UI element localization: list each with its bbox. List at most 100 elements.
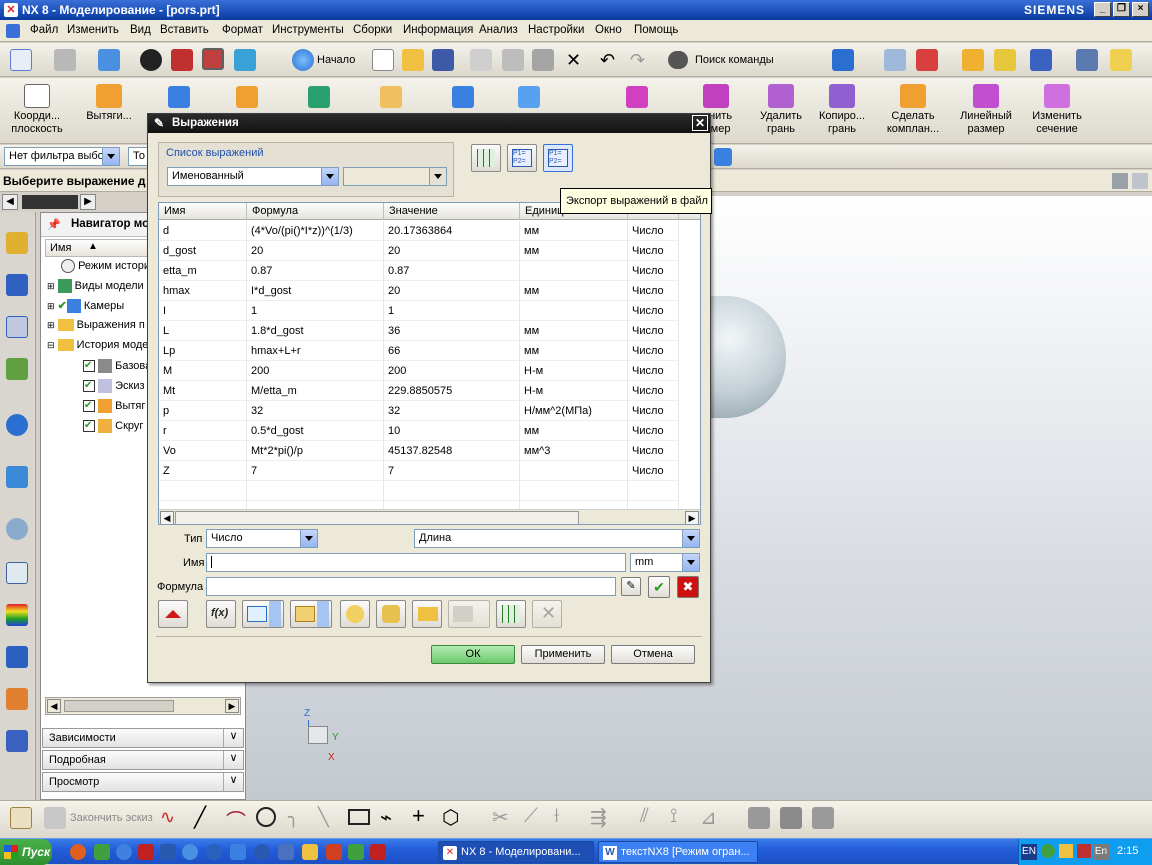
table-cell[interactable]: Число <box>628 361 679 381</box>
shell-icon[interactable] <box>452 86 474 108</box>
table-cell[interactable]: L <box>159 321 247 341</box>
cut-icon[interactable] <box>470 49 492 71</box>
import-expressions-button[interactable]: P1= P2= <box>507 144 537 172</box>
delete-face-button[interactable]: Удалить грань <box>752 84 810 136</box>
profile-icon[interactable]: ∿ <box>160 807 175 828</box>
unite-icon[interactable] <box>380 86 402 108</box>
menu-edit[interactable]: Изменить <box>67 24 119 36</box>
start-icon[interactable] <box>292 49 314 71</box>
menu-format[interactable]: Формат <box>222 24 263 36</box>
navigator-name-column[interactable]: Имя <box>50 242 71 254</box>
sketch-icon[interactable] <box>10 807 32 829</box>
delete-interpart-button[interactable] <box>448 600 490 628</box>
insert-function-button[interactable]: f(x) <box>206 600 236 628</box>
quicklaunch-app2-icon[interactable] <box>116 844 132 860</box>
table-cell[interactable]: Число <box>628 341 679 361</box>
table-cell[interactable]: Mt*2*pi()/p <box>247 441 384 461</box>
circle-icon[interactable] <box>256 807 276 827</box>
wcs-icon[interactable] <box>916 49 938 71</box>
menu-window[interactable]: Окно <box>595 24 622 36</box>
roles-icon[interactable] <box>6 688 28 710</box>
column-header[interactable]: Имя <box>159 203 247 220</box>
nav-item-sketch[interactable]: ✔ Эскиз <box>83 379 145 399</box>
constraint-icon[interactable]: ⊿ <box>700 805 717 830</box>
redo-icon[interactable]: ↷ <box>630 49 645 71</box>
edit-section-button[interactable]: Изменить сечение <box>1026 84 1088 136</box>
new-document-icon[interactable] <box>372 49 394 71</box>
table-cell[interactable]: 20 <box>247 241 384 261</box>
table-cell[interactable]: 1 <box>384 301 520 321</box>
quicklaunch-ie-icon[interactable] <box>230 844 246 860</box>
scroll-thumb[interactable] <box>64 700 174 712</box>
menu-insert[interactable]: Вставить <box>160 24 209 36</box>
table-cell[interactable]: 36 <box>384 321 520 341</box>
scroll-thumb[interactable] <box>175 511 579 524</box>
chevron-down-icon[interactable]: ∨ <box>223 729 243 747</box>
ok-button[interactable]: ОК <box>431 645 515 664</box>
close-window-button[interactable]: × <box>1132 2 1149 17</box>
table-cell[interactable]: Vo <box>159 441 247 461</box>
navigator-hscrollbar[interactable]: ◀ ▶ <box>45 697 241 715</box>
table-cell[interactable]: 229.8850575 <box>384 381 520 401</box>
expand-icon[interactable]: ⊞ <box>47 320 55 330</box>
spreadsheet-edit-button[interactable] <box>471 144 501 172</box>
table-cell[interactable]: 32 <box>247 401 384 421</box>
checkbox-icon[interactable]: ✔ <box>83 360 95 372</box>
process-studio-icon[interactable] <box>6 646 28 668</box>
menu-file[interactable]: Файл <box>30 24 58 36</box>
scope-filter-select[interactable]: То <box>128 147 148 166</box>
open-part-button[interactable] <box>412 600 442 628</box>
render-style-icon[interactable] <box>140 49 162 71</box>
status-icon-2[interactable] <box>1132 173 1148 189</box>
model-shaft-end[interactable] <box>706 296 786 418</box>
checkbox-icon[interactable]: ✔ <box>83 420 95 432</box>
start-label[interactable]: Начало <box>317 54 355 66</box>
quicklaunch-app1-icon[interactable] <box>94 844 110 860</box>
command-finder-label[interactable]: Поиск команды <box>695 54 774 66</box>
arc-icon[interactable]: ⌒ <box>226 805 246 834</box>
move-object-icon[interactable] <box>962 49 984 71</box>
status-icon-1[interactable] <box>1112 173 1128 189</box>
create-interpart-button[interactable] <box>340 600 370 628</box>
palette-icon[interactable] <box>6 604 28 626</box>
paste-icon[interactable] <box>532 49 554 71</box>
dimension-select[interactable]: Длина <box>414 529 700 548</box>
table-cell[interactable]: мм <box>520 341 628 361</box>
table-cell[interactable]: I <box>159 301 247 321</box>
nav-item-blend[interactable]: ✔ Скруг <box>83 419 143 439</box>
measure-button[interactable] <box>242 600 284 628</box>
table-cell[interactable]: etta_m <box>159 261 247 281</box>
tray-app3-icon[interactable] <box>1077 844 1091 858</box>
column-header[interactable]: Значение <box>384 203 520 220</box>
nav-item-datum[interactable]: ✔ Базова <box>83 359 151 379</box>
geometric-constraint-icon[interactable] <box>780 807 802 829</box>
quicklaunch-app5-icon[interactable] <box>254 844 270 860</box>
menu-information[interactable]: Информация <box>403 24 473 36</box>
copy-icon[interactable] <box>502 49 524 71</box>
formula-edit-button[interactable]: ✎ <box>621 577 641 596</box>
selection-icon[interactable] <box>832 49 854 71</box>
quicklaunch-firefox-icon[interactable] <box>70 844 86 860</box>
table-cell[interactable]: Н-м <box>520 381 628 401</box>
expand-icon[interactable]: ⊞ <box>47 281 55 291</box>
type-select[interactable]: Число <box>206 529 318 548</box>
table-cell[interactable]: мм <box>520 241 628 261</box>
measure-distance-icon[interactable] <box>1076 49 1098 71</box>
table-cell[interactable]: d <box>159 221 247 241</box>
point-icon[interactable] <box>308 86 330 108</box>
scroll-right-icon[interactable]: ▶ <box>685 511 699 524</box>
column-header[interactable]: Формула <box>247 203 384 220</box>
table-hscrollbar[interactable]: ◀ ▶ <box>159 509 700 524</box>
collapse-dialog-button[interactable] <box>158 600 188 628</box>
type-filter-select[interactable]: Нет фильтра выбо <box>4 147 120 166</box>
table-cell[interactable] <box>520 261 628 281</box>
quicklaunch-app9-icon[interactable] <box>370 844 386 860</box>
quicklaunch-player-icon[interactable] <box>206 844 222 860</box>
table-cell[interactable]: 0.87 <box>384 261 520 281</box>
quicklaunch-app7-icon[interactable] <box>326 844 342 860</box>
table-cell[interactable]: мм <box>520 321 628 341</box>
table-cell[interactable]: I*d_gost <box>247 281 384 301</box>
quicklaunch-app4-icon[interactable] <box>182 844 198 860</box>
chevron-down-icon[interactable]: ∨ <box>223 773 243 791</box>
table-cell[interactable]: hmax <box>159 281 247 301</box>
